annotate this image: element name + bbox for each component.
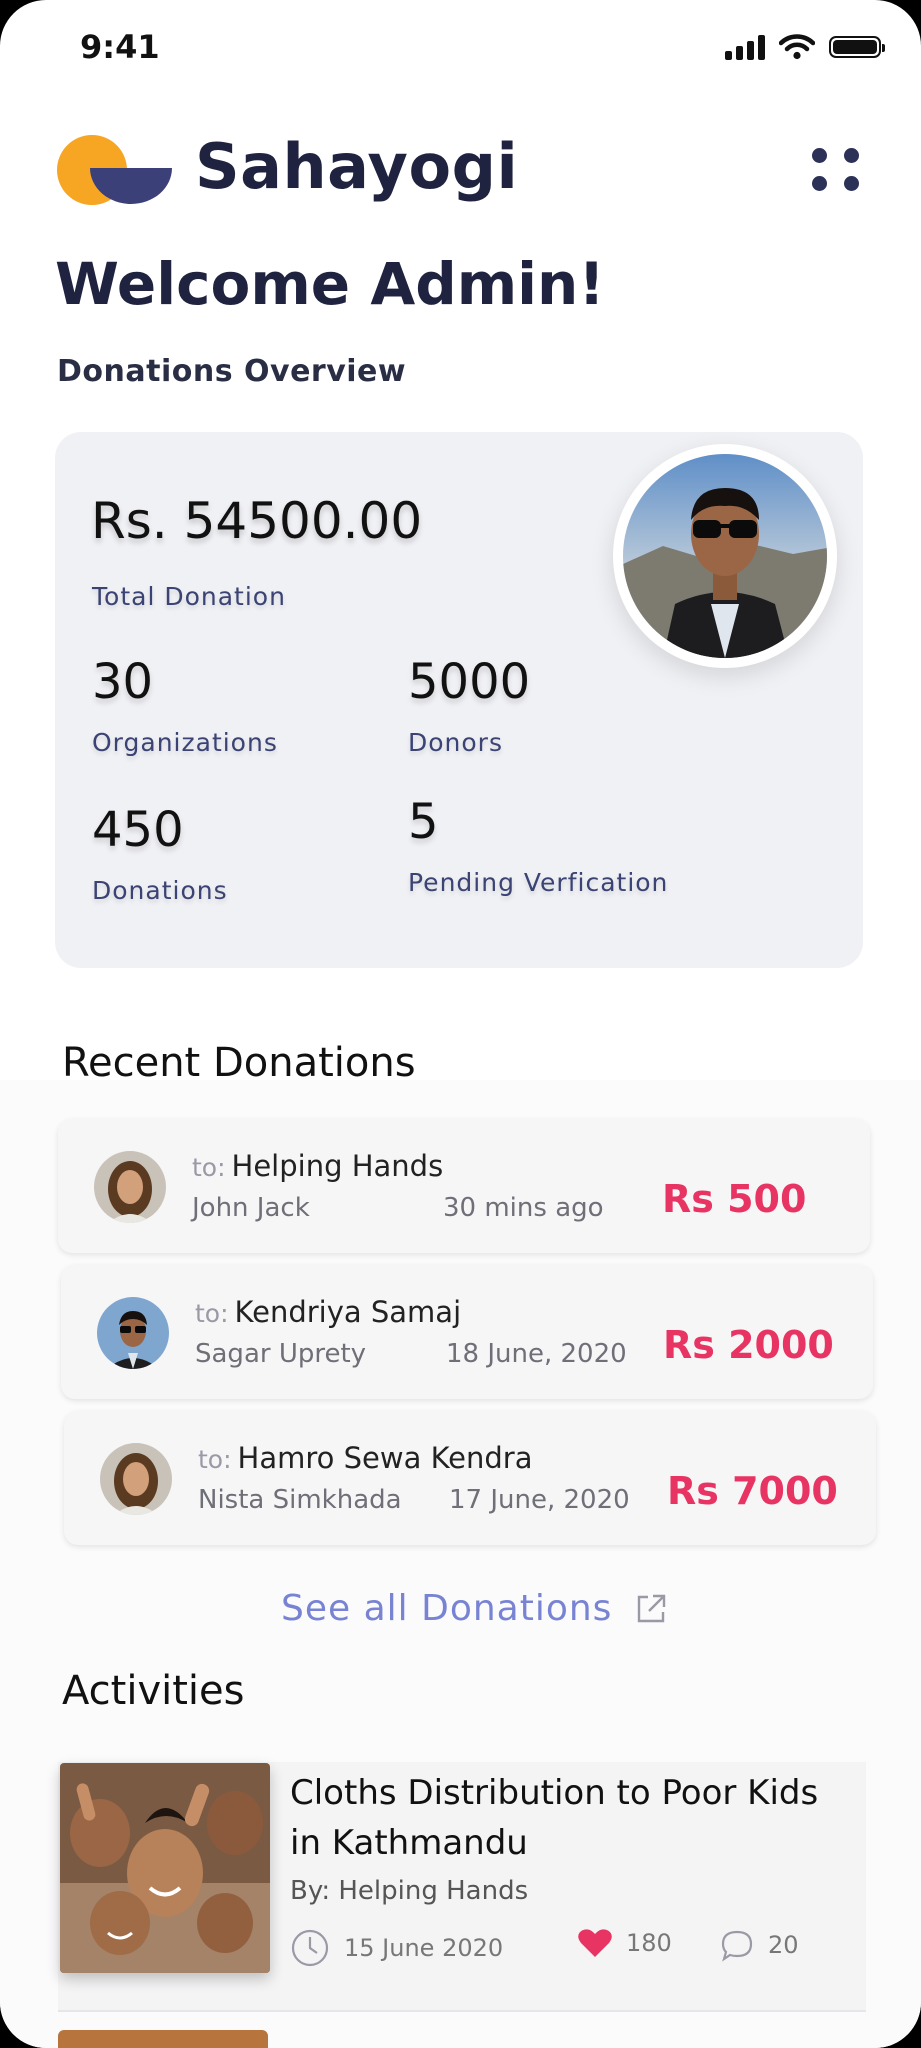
logo-icon	[57, 135, 172, 205]
donation-item[interactable]: to: Helping Hands John Jack 30 mins ago R…	[58, 1119, 870, 1253]
overview-label: Donations Overview	[57, 354, 407, 389]
donation-amount: Rs 2000	[663, 1323, 834, 1367]
donor-name: John Jack	[192, 1193, 310, 1223]
organizations-label: Organizations	[92, 728, 278, 757]
overview-card: Rs. 54500.00 Total Donation 30 Organizat…	[55, 432, 863, 968]
donation-item[interactable]: to: Hamro Sewa Kendra Nista Simkhada 17 J…	[64, 1411, 876, 1545]
heart-icon	[578, 1929, 612, 1957]
see-all-donations-label: See all Donations	[281, 1588, 613, 1629]
donor-avatar	[97, 1297, 169, 1369]
donation-recipient: to: Kendriya Samaj	[195, 1295, 462, 1329]
likes-count: 180	[626, 1929, 672, 1957]
organizations-count: 30	[92, 654, 154, 710]
see-all-donations-link[interactable]: See all Donations	[281, 1588, 668, 1629]
activities-title: Activities	[62, 1668, 245, 1714]
activity-date-text: 15 June 2020	[344, 1934, 504, 1962]
activity-title: Cloths Distribution to Poor Kids in Kath…	[290, 1773, 819, 1863]
admin-avatar[interactable]	[613, 444, 837, 668]
donation-time: 18 June, 2020	[446, 1339, 627, 1369]
donors-label: Donors	[408, 728, 503, 757]
donor-avatar	[100, 1443, 172, 1515]
donation-item[interactable]: to: Kendriya Samaj Sagar Uprety 18 June, …	[61, 1265, 873, 1399]
total-donation-label: Total Donation	[92, 582, 286, 611]
donor-name: Sagar Uprety	[195, 1339, 367, 1369]
donations-count: 450	[92, 802, 184, 858]
status-icons	[725, 34, 885, 60]
cellular-signal-icon	[725, 34, 765, 60]
donation-recipient: to: Helping Hands	[192, 1149, 444, 1183]
battery-icon	[829, 36, 885, 58]
pending-verification-count: 5	[408, 794, 439, 850]
next-activity-image	[58, 2030, 268, 2048]
donation-time: 30 mins ago	[443, 1193, 604, 1223]
activity-image	[60, 1763, 270, 1973]
donor-avatar	[94, 1151, 166, 1223]
app-name: Sahayogi	[195, 130, 519, 203]
donation-recipient: to: Hamro Sewa Kendra	[198, 1441, 533, 1475]
menu-button[interactable]	[810, 146, 862, 192]
clock-icon	[291, 1929, 329, 1967]
donors-count: 5000	[408, 654, 531, 710]
total-donation-amount: Rs. 54500.00	[91, 492, 423, 550]
external-link-icon	[638, 1594, 666, 1622]
status-time: 9:41	[80, 28, 160, 66]
activity-date: 15 June 2020	[290, 1928, 503, 1968]
comments-button[interactable]: 20	[720, 1928, 799, 1962]
wifi-icon	[779, 34, 815, 60]
welcome-heading: Welcome Admin!	[55, 250, 605, 318]
donation-amount: Rs 500	[662, 1177, 807, 1221]
donations-label: Donations	[92, 876, 228, 905]
comments-count: 20	[768, 1931, 799, 1959]
recent-donations-title: Recent Donations	[62, 1040, 416, 1086]
donation-amount: Rs 7000	[667, 1469, 838, 1513]
likes-button[interactable]: 180	[578, 1928, 672, 1958]
donor-name: Nista Simkhada	[198, 1485, 402, 1515]
pending-verification-label: Pending Verfication	[408, 868, 669, 897]
app-screen: 9:41 Sahayogi Welcome Admin! Donations O…	[0, 0, 921, 2048]
activity-card[interactable]: Cloths Distribution to Poor Kids in Kath…	[58, 1762, 866, 2012]
donation-time: 17 June, 2020	[449, 1485, 630, 1515]
comment-icon	[721, 1930, 753, 1962]
activity-organizer: By: Helping Hands	[290, 1876, 529, 1906]
